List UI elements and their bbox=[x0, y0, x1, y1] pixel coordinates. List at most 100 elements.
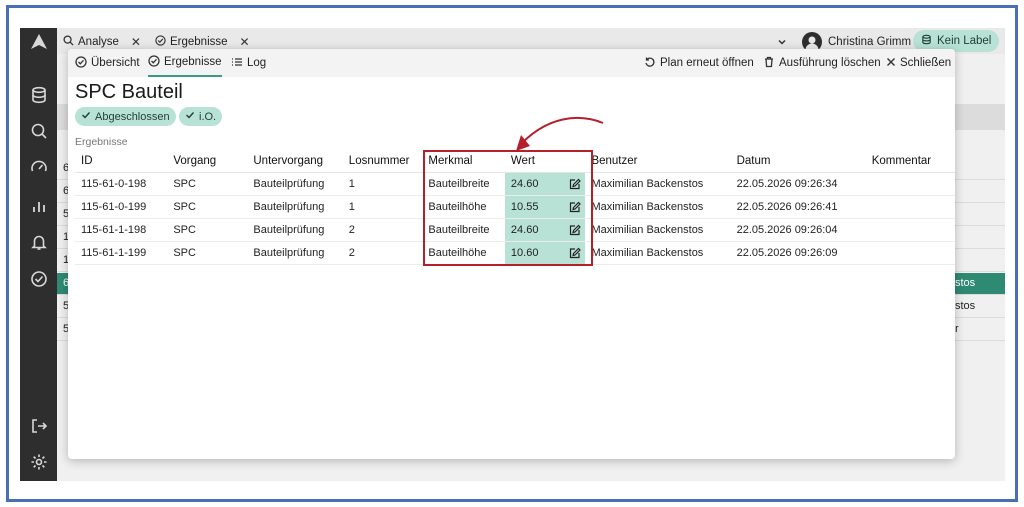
table-cell bbox=[865, 218, 955, 242]
table-cell: Maximilian Backenstos bbox=[585, 195, 731, 219]
search-icon[interactable] bbox=[20, 119, 57, 143]
table-cell: 2 bbox=[342, 241, 423, 265]
table-cell: Bauteilprüfung bbox=[247, 218, 343, 242]
value-text: 10.55 bbox=[510, 200, 539, 213]
close-label: Schließen bbox=[900, 57, 952, 69]
table-cell: Bauteilprüfung bbox=[247, 241, 343, 265]
edit-icon[interactable] bbox=[569, 224, 582, 239]
table-cell: 1 bbox=[342, 172, 423, 196]
gauge-icon[interactable] bbox=[20, 155, 57, 179]
edit-icon[interactable] bbox=[569, 178, 582, 193]
settings-icon[interactable] bbox=[20, 450, 57, 474]
value-text: 24.60 bbox=[510, 223, 539, 236]
column-header[interactable]: Losnummer bbox=[342, 150, 423, 173]
check-icon bbox=[81, 110, 91, 123]
tab-log[interactable]: Log bbox=[231, 49, 266, 77]
reopen-plan-label: Plan erneut öffnen bbox=[660, 57, 754, 69]
check-circle-icon bbox=[155, 35, 166, 49]
table-cell: 115-61-1-199 bbox=[75, 241, 168, 265]
column-header[interactable]: Datum bbox=[730, 150, 866, 173]
table-row[interactable]: 115-61-1-199 SPC Bauteilprüfung 2 Bauteilhöh… bbox=[75, 241, 955, 265]
table-cell: SPC bbox=[167, 218, 248, 242]
database-icon[interactable] bbox=[20, 83, 57, 107]
trash-icon bbox=[763, 56, 775, 71]
delete-execution-label: Ausführung löschen bbox=[779, 57, 881, 69]
table-cell: Maximilian Backenstos bbox=[585, 172, 731, 196]
app-window: Analyse ✕ Ergebnisse ✕ Christina Grimm K… bbox=[20, 28, 1005, 481]
close-icon[interactable]: ✕ bbox=[131, 35, 141, 49]
table-cell: Bauteilbreite bbox=[422, 218, 505, 242]
check-circle-icon bbox=[148, 54, 160, 70]
result-badge-label: i.O. bbox=[199, 110, 217, 123]
logo-icon[interactable] bbox=[20, 30, 57, 54]
table-cell: Maximilian Backenstos bbox=[585, 241, 731, 265]
table-cell: Bauteilhöhe bbox=[422, 241, 505, 265]
reopen-plan-button[interactable]: Plan erneut öffnen bbox=[644, 49, 754, 77]
page-title: SPC Bauteil bbox=[75, 81, 183, 103]
check-icon bbox=[185, 110, 195, 123]
table-cell: Bauteilprüfung bbox=[247, 195, 343, 219]
logout-icon[interactable] bbox=[20, 414, 57, 438]
results-table: ID Vorgang Untervorgang Losnummer Merkma… bbox=[75, 150, 955, 265]
top-tab-label: Analyse bbox=[78, 36, 119, 48]
table-cell bbox=[865, 172, 955, 196]
background-row-user: stos bbox=[955, 300, 976, 312]
column-header[interactable]: Kommentar bbox=[865, 150, 955, 173]
sidebar bbox=[20, 28, 57, 481]
status-badge: Abgeschlossen bbox=[75, 107, 176, 126]
table-cell: SPC bbox=[167, 195, 248, 219]
reopen-icon bbox=[644, 56, 656, 71]
background-row-user: r bbox=[955, 323, 959, 335]
table-cell: 115-61-1-198 bbox=[75, 218, 168, 242]
value-cell: 24.60 bbox=[504, 218, 586, 242]
tab-label: Log bbox=[247, 57, 267, 69]
user-name: Christina Grimm bbox=[828, 36, 912, 48]
table-row[interactable]: 115-61-0-199 SPC Bauteilprüfung 1 Bauteilhöh… bbox=[75, 195, 955, 219]
check-circle-icon[interactable] bbox=[20, 267, 57, 291]
tab-ergebnisse[interactable]: Ergebnisse bbox=[148, 49, 222, 77]
table-cell: Bauteilbreite bbox=[422, 172, 505, 196]
table-cell: 22.05.2026 09:26:04 bbox=[730, 218, 866, 242]
tab-label: Übersicht bbox=[91, 57, 140, 69]
tab-uebersicht[interactable]: Übersicht bbox=[75, 49, 140, 77]
annotation-arrow bbox=[516, 116, 604, 151]
close-icon bbox=[886, 57, 896, 70]
chart-icon[interactable] bbox=[20, 194, 57, 218]
table-cell: 22.05.2026 09:26:34 bbox=[730, 172, 866, 196]
modal-tab-bar: Übersicht Ergebnisse Log Plan erneut öff… bbox=[68, 49, 955, 77]
table-cell bbox=[865, 241, 955, 265]
table-cell: 22.05.2026 09:26:09 bbox=[730, 241, 866, 265]
value-text: 10.60 bbox=[510, 246, 539, 259]
table-cell: 22.05.2026 09:26:41 bbox=[730, 195, 866, 219]
close-button[interactable]: Schließen bbox=[886, 49, 951, 77]
close-icon[interactable]: ✕ bbox=[240, 35, 250, 49]
label-pill-text: Kein Label bbox=[937, 35, 992, 47]
column-header[interactable]: Merkmal bbox=[422, 150, 505, 173]
edit-icon[interactable] bbox=[569, 247, 582, 262]
table-cell: Bauteilprüfung bbox=[247, 172, 343, 196]
background-row-user: stos bbox=[955, 277, 976, 289]
table-cell: SPC bbox=[167, 241, 248, 265]
table-cell: Bauteilhöhe bbox=[422, 195, 505, 219]
database-icon bbox=[921, 34, 932, 48]
top-tab-label: Ergebnisse bbox=[170, 36, 228, 48]
delete-execution-button[interactable]: Ausführung löschen bbox=[763, 49, 881, 77]
value-cell: 10.55 bbox=[504, 195, 586, 219]
table-row[interactable]: 115-61-1-198 SPC Bauteilprüfung 2 Bauteilbre… bbox=[75, 218, 955, 242]
column-header[interactable]: Vorgang bbox=[167, 150, 248, 173]
table-cell: 1 bbox=[342, 195, 423, 219]
table-cell bbox=[865, 195, 955, 219]
column-header[interactable]: ID bbox=[75, 150, 168, 173]
section-label: Ergebnisse bbox=[75, 136, 128, 148]
status-badge-label: Abgeschlossen bbox=[95, 110, 170, 123]
table-cell: 2 bbox=[342, 218, 423, 242]
table-cell: 115-61-0-199 bbox=[75, 195, 168, 219]
value-cell: 24.60 bbox=[504, 172, 586, 196]
result-badge: i.O. bbox=[179, 107, 223, 126]
edit-icon[interactable] bbox=[569, 201, 582, 216]
table-cell: SPC bbox=[167, 172, 248, 196]
value-cell: 10.60 bbox=[504, 241, 586, 265]
table-row[interactable]: 115-61-0-198 SPC Bauteilprüfung 1 Bauteilbre… bbox=[75, 172, 955, 196]
column-header[interactable]: Untervorgang bbox=[247, 150, 343, 173]
bell-icon[interactable] bbox=[20, 230, 57, 254]
